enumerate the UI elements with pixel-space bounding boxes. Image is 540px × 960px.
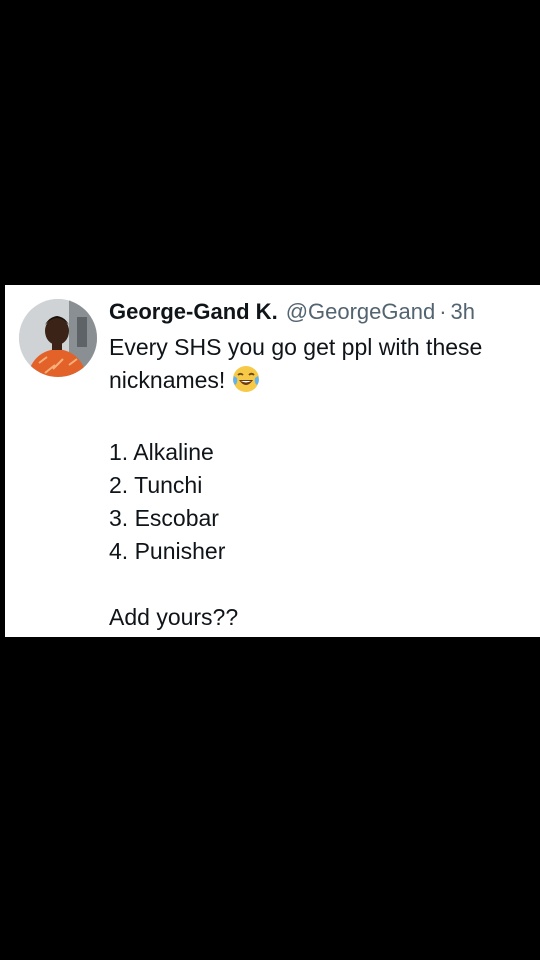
tweet-text-word: nicknames! (109, 367, 226, 393)
tweet-header: George-Gand K. @GeorgeGand · 3h (109, 297, 530, 327)
list-item: 3. Escobar (109, 505, 219, 531)
nickname-list: 1. Alkaline 2. Tunchi 3. Escobar 4. Puni… (109, 436, 528, 568)
tweet-card[interactable]: George-Gand K. @GeorgeGand · 3h Every SH… (5, 285, 540, 637)
author-handle[interactable]: @GeorgeGand (286, 297, 436, 327)
list-item: 2. Tunchi (109, 472, 203, 498)
avatar[interactable] (19, 299, 97, 377)
list-item: 4. Punisher (109, 538, 226, 564)
tweet-outro: Add yours?? (109, 604, 239, 630)
timestamp[interactable]: 3h (451, 297, 475, 327)
tweet-text-line: nicknames! (109, 364, 528, 403)
list-item: 1. Alkaline (109, 439, 214, 465)
author-name[interactable]: George-Gand K. (109, 297, 278, 327)
face-with-tears-of-joy-icon (231, 364, 261, 403)
tweet-text-line: Every SHS you go get ppl with these (109, 334, 483, 360)
tweet-text: Every SHS you go get ppl with these nick… (109, 331, 528, 634)
profile-photo (19, 299, 97, 377)
separator-dot: · (439, 299, 447, 324)
